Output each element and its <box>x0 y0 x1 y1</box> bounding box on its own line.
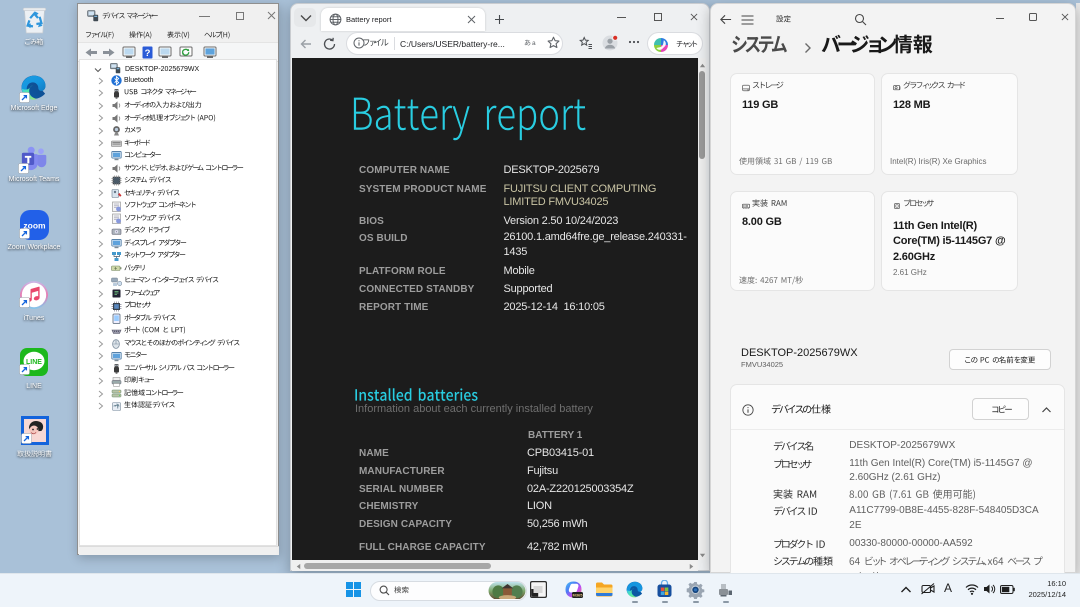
svg-text:M365: M365 <box>572 593 583 598</box>
svg-text:?: ? <box>145 48 151 59</box>
